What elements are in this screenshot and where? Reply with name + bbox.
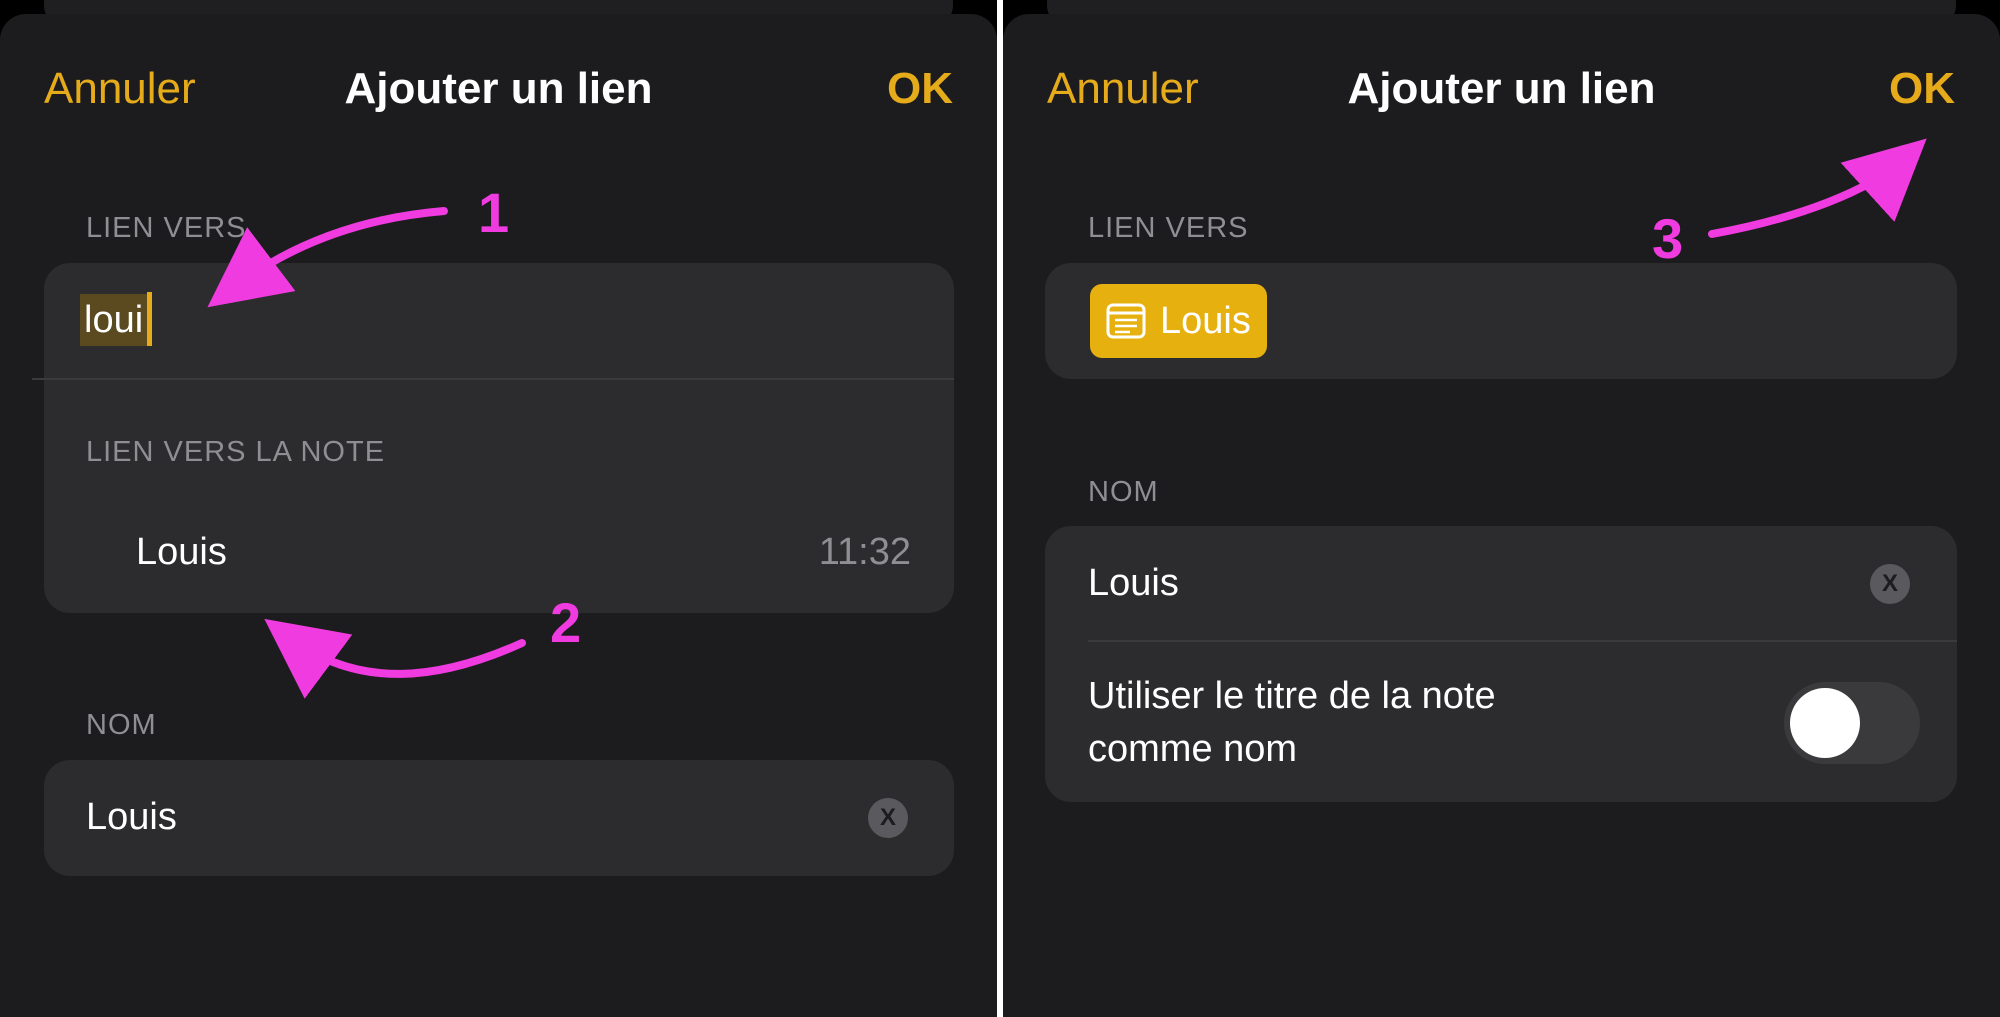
- note-section-label: LIEN VERS LA NOTE: [86, 436, 386, 468]
- annotation-step-1: 1: [478, 181, 510, 244]
- use-title-label-line2: comme nom: [1088, 728, 1298, 770]
- ok-button[interactable]: OK: [1889, 62, 1955, 116]
- use-title-label: Utiliser le titre de la note comme nom: [1088, 670, 1496, 776]
- link-to-label: LIEN VERS: [86, 212, 247, 244]
- note-result-time: 11:32: [818, 531, 911, 573]
- cancel-button[interactable]: Annuler: [44, 62, 196, 116]
- use-title-toggle[interactable]: [1784, 682, 1920, 764]
- text-caret: [147, 292, 152, 346]
- clear-icon[interactable]: X: [1870, 564, 1910, 604]
- note-link-chip[interactable]: Louis: [1090, 284, 1267, 358]
- annotation-step-2: 2: [550, 591, 582, 654]
- name-label: NOM: [86, 709, 157, 741]
- clear-icon[interactable]: X: [868, 798, 908, 838]
- ok-button[interactable]: OK: [887, 62, 953, 116]
- annotation-step-3: 3: [1652, 207, 1684, 270]
- left-screenshot: Annuler Ajouter un lien OK LIEN VERS lou…: [0, 0, 997, 1017]
- chip-label: Louis: [1160, 299, 1251, 342]
- name-separator: [1088, 640, 1957, 642]
- search-separator: [32, 378, 954, 380]
- note-result-name[interactable]: Louis: [136, 531, 227, 574]
- toggle-knob: [1790, 688, 1860, 758]
- use-title-label-line1: Utiliser le titre de la note: [1088, 675, 1496, 717]
- name-label: NOM: [1088, 476, 1159, 508]
- sheet-title: Ajouter un lien: [1347, 64, 1656, 113]
- name-field[interactable]: Louis: [86, 796, 177, 839]
- cancel-button[interactable]: Annuler: [1047, 62, 1199, 116]
- name-group: [44, 760, 954, 876]
- link-to-label: LIEN VERS: [1088, 212, 1249, 244]
- name-field[interactable]: Louis: [1088, 562, 1179, 605]
- add-link-sheet: [1003, 14, 2000, 1017]
- note-icon: [1106, 303, 1146, 339]
- link-search-input[interactable]: loui: [80, 294, 148, 346]
- right-screenshot: Annuler Ajouter un lien OK LIEN VERS Lou…: [1003, 0, 2000, 1017]
- sheet-title: Ajouter un lien: [344, 64, 653, 113]
